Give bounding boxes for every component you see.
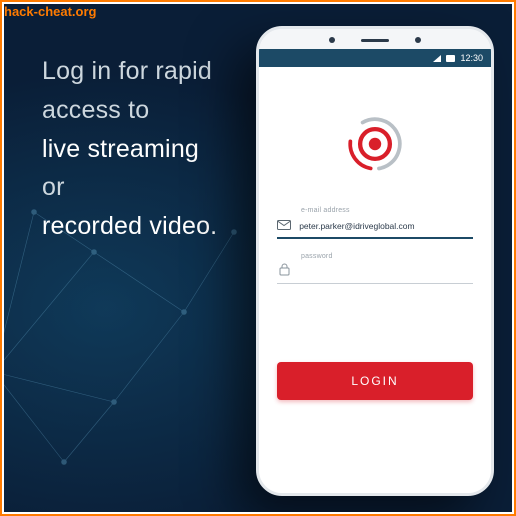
watermark-text: hack-cheat.org: [4, 4, 96, 19]
password-label: password: [301, 253, 333, 260]
promo-line1: Log in for rapid: [42, 57, 212, 85]
login-screen: e-mail address password LOGI: [259, 67, 491, 493]
lock-icon: [277, 263, 291, 277]
promo-background: Log in for rapid access to live streamin…: [4, 4, 512, 512]
promo-line2: access to: [42, 96, 149, 124]
login-button[interactable]: LOGIN: [277, 362, 473, 400]
front-camera-icon: [329, 37, 335, 43]
login-form: e-mail address password: [259, 211, 491, 284]
status-time: 12:30: [460, 53, 483, 63]
sensor-icon: [415, 37, 421, 43]
android-status-bar: 12:30: [259, 49, 491, 67]
password-input[interactable]: [299, 261, 473, 277]
email-label: e-mail address: [301, 207, 350, 214]
promo-line4: or: [42, 173, 65, 201]
phone-hardware-top: [259, 29, 491, 49]
app-logo-icon: [344, 113, 406, 175]
promo-line5: recorded video.: [42, 212, 217, 240]
phone-mockup: 12:30 e-mail address: [256, 26, 494, 496]
mail-icon: [277, 220, 291, 231]
promo-frame: hack-cheat.org L: [0, 0, 516, 516]
signal-icon: [433, 55, 441, 62]
email-field-row[interactable]: e-mail address: [277, 211, 473, 239]
password-field-row[interactable]: password: [277, 257, 473, 284]
battery-icon: [446, 55, 455, 62]
email-input[interactable]: [299, 215, 473, 231]
promo-line3: live streaming: [42, 135, 199, 163]
promo-headline: Log in for rapid access to live streamin…: [42, 52, 217, 246]
app-logo-container: [259, 67, 491, 211]
speaker-grille-icon: [361, 39, 389, 42]
